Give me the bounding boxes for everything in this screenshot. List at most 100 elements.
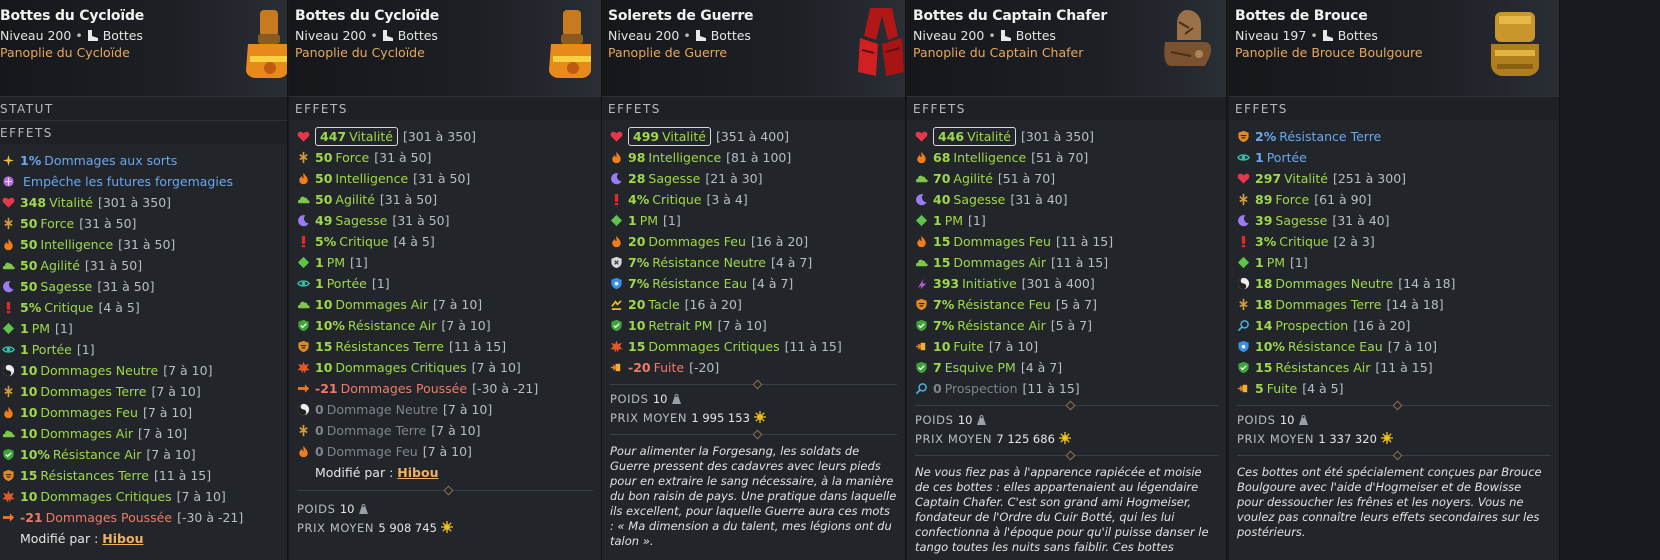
- effect-range: [81 à 100]: [726, 150, 792, 165]
- shield-orange-icon: [915, 298, 928, 311]
- boots-icon: [1322, 30, 1334, 41]
- highlighted-effect: 499 Vitalité: [628, 127, 711, 146]
- effect-range: [31 à 50]: [392, 213, 450, 228]
- modifier-link[interactable]: Hibou: [102, 531, 143, 546]
- effect-row: 89 Force [61 à 90]: [1229, 189, 1559, 210]
- effect-value: 2%: [1255, 129, 1277, 144]
- weight-row: POIDS 10: [289, 500, 601, 519]
- item-type: Bottes: [397, 28, 438, 43]
- effect-row: 10 Dommages Air [7 à 10]: [289, 294, 601, 315]
- effect-label: Résistances Terre: [335, 339, 444, 354]
- effect-row: 0 Dommage Feu [7 à 10]: [289, 441, 601, 462]
- effect-range: [31 à 50]: [84, 258, 143, 273]
- item-header: Solerets de Guerre Niveau 200 • Bottes Panop…: [602, 0, 905, 96]
- divider: [602, 378, 905, 390]
- effect-label: Fuite: [1266, 381, 1298, 396]
- effect-range: [14 à 18]: [1386, 297, 1444, 312]
- item-comparison: Bottes du Cycloïde Niveau 200 • Bottes Panop…: [0, 0, 1660, 560]
- shield-blue-icon: [1237, 340, 1250, 353]
- section-statut-header[interactable]: STATUT: [0, 96, 287, 120]
- section-effets-header[interactable]: EFFETS: [907, 96, 1226, 120]
- effect-value: 499: [633, 129, 660, 144]
- boots-icon: [695, 30, 707, 41]
- effect-label: Dommages Terre: [1275, 297, 1382, 312]
- divider: [907, 399, 1226, 411]
- effect-row: 7% Résistance Neutre [4 à 7]: [602, 252, 905, 273]
- effect-value: 50: [315, 171, 333, 186]
- effect-row: 0 Dommage Terre [7 à 10]: [289, 420, 601, 441]
- effect-row: 7% Résistance Feu [5 à 7]: [907, 294, 1226, 315]
- effect-label: Agilité: [953, 171, 993, 186]
- effect-label: Dommages Air: [953, 255, 1046, 270]
- weight-label: POIDS: [610, 392, 649, 406]
- search-icon: [1237, 319, 1250, 332]
- section-effets-header[interactable]: EFFETS: [0, 120, 287, 144]
- effect-label: Dommages Air: [335, 297, 428, 312]
- item-description: Ne vous fiez pas à l'apparence rapiécée …: [915, 465, 1209, 554]
- section-effets-header[interactable]: EFFETS: [289, 96, 601, 120]
- effect-row: 5 Fuite [4 à 5]: [1229, 378, 1559, 399]
- section-effets-header[interactable]: EFFETS: [602, 96, 905, 120]
- effect-label: Critique: [652, 192, 702, 207]
- effect-row: 68 Intelligence [51 à 70]: [907, 147, 1226, 168]
- effect-label: Vitalité: [967, 129, 1011, 144]
- effect-label: Dommages Feu: [648, 234, 746, 249]
- effect-range: [1]: [968, 213, 986, 228]
- effect-row: 15 Résistances Air [11 à 15]: [1229, 357, 1559, 378]
- effects-list: 446 Vitalité [301 à 350] 68 Intelligence [51 …: [907, 120, 1226, 399]
- effect-value: 50: [20, 279, 38, 294]
- effect-value: 14: [1255, 318, 1273, 333]
- effect-value: 3%: [1255, 234, 1277, 249]
- effect-range: [11 à 15]: [1050, 255, 1109, 270]
- effect-range: [16 à 20]: [750, 234, 809, 249]
- effect-label: Force: [1275, 192, 1310, 207]
- effect-range: [7 à 10]: [422, 444, 472, 459]
- effect-row: 499 Vitalité [351 à 400]: [602, 126, 905, 147]
- effect-range: [11 à 15]: [448, 339, 507, 354]
- weight-row: POIDS 10: [602, 390, 905, 409]
- cloud-icon: [915, 256, 928, 269]
- effect-row: -21 Dommages Poussée [-30 à -21]: [289, 378, 601, 399]
- weight-label: POIDS: [915, 413, 954, 427]
- effect-value: 15: [628, 339, 646, 354]
- effect-value: 15: [20, 468, 38, 483]
- pm-icon: [1237, 256, 1250, 269]
- item-artwork-icon: [852, 6, 906, 82]
- price-value: 1 337 320: [1318, 432, 1377, 446]
- effect-value: 49: [315, 213, 333, 228]
- weight-row: POIDS 10: [907, 411, 1226, 430]
- effect-row: 10 Retrait PM [7 à 10]: [602, 315, 905, 336]
- effect-label: Vitalité: [662, 129, 706, 144]
- effect-range: [-20]: [689, 360, 720, 375]
- item-header: Bottes du Cycloïde Niveau 200 • Bottes Panop…: [0, 0, 287, 96]
- effect-row: 1 Portée [1]: [289, 273, 601, 294]
- effect-value: 10: [933, 339, 951, 354]
- effect-range: [7 à 10]: [432, 297, 483, 312]
- effect-range: [4 à 5]: [393, 234, 435, 249]
- highlighted-effect: 447 Vitalité: [315, 127, 398, 146]
- effect-row: 1 Portée [1]: [0, 339, 287, 360]
- effect-range: [7 à 10]: [431, 423, 481, 438]
- item-level: Niveau 200: [295, 28, 367, 43]
- item-level: Niveau 197: [1235, 28, 1307, 43]
- effect-row: 10 Dommages Neutre [7 à 10]: [0, 360, 287, 381]
- effect-label: Vitalité: [49, 195, 93, 210]
- boots-icon: [87, 30, 99, 41]
- effect-label: Intelligence: [953, 150, 1027, 165]
- effect-value: 10%: [20, 447, 50, 462]
- effect-value: -21: [315, 381, 338, 396]
- effect-row: Empêche les futures forgemagies: [0, 171, 287, 192]
- divider: [1229, 399, 1559, 411]
- section-effets-header[interactable]: EFFETS: [1229, 96, 1559, 120]
- effect-label: Force: [40, 216, 75, 231]
- effect-row: 10 Dommages Feu [7 à 10]: [0, 402, 287, 423]
- effect-label: Portée: [1266, 150, 1307, 165]
- effect-label: Dommages Critiques: [648, 339, 780, 354]
- effect-label: Résistances Air: [1275, 360, 1371, 375]
- effect-value: 7%: [933, 318, 955, 333]
- effect-label: PM: [31, 321, 51, 336]
- effect-label: Dommages Critiques: [335, 360, 467, 375]
- effect-label: Dommages Critiques: [40, 489, 172, 504]
- weight-icon: [976, 415, 987, 425]
- modifier-link[interactable]: Hibou: [397, 465, 438, 480]
